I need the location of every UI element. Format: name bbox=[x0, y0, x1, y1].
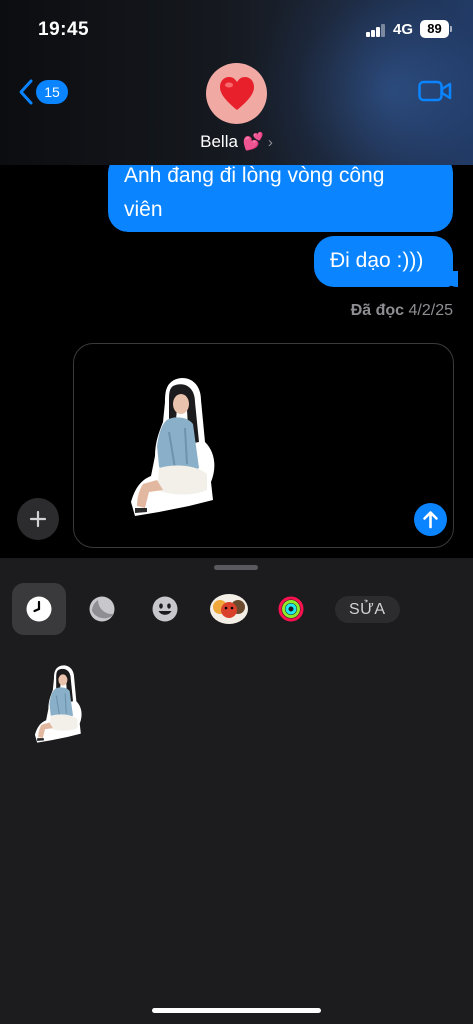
chevron-left-icon bbox=[19, 79, 33, 105]
chevron-right-icon: › bbox=[267, 134, 273, 151]
read-receipt: Đã đọc 4/2/25 bbox=[350, 302, 453, 319]
conversation-header: 19:45 4G 89 15 Bella 💕 › bbox=[0, 0, 473, 165]
moon-icon bbox=[89, 596, 115, 622]
unread-count-badge: 15 bbox=[36, 80, 68, 104]
tab-emoji[interactable] bbox=[138, 583, 192, 635]
send-button[interactable] bbox=[414, 503, 447, 536]
message-text: viên bbox=[124, 198, 163, 221]
plus-button[interactable] bbox=[17, 498, 59, 540]
message-text: Đi dạo :))) bbox=[330, 249, 424, 272]
drawer-grabber[interactable] bbox=[214, 565, 258, 570]
recent-sticker[interactable] bbox=[30, 662, 88, 746]
tab-memoji[interactable] bbox=[202, 583, 256, 635]
memoji-icon bbox=[210, 594, 248, 624]
video-camera-icon[interactable] bbox=[418, 80, 452, 102]
sticker-drawer: SỬA bbox=[0, 558, 473, 1024]
contact-avatar[interactable] bbox=[206, 63, 267, 124]
battery-indicator: 89 bbox=[420, 20, 452, 38]
cellular-signal-icon bbox=[366, 24, 386, 37]
status-time: 19:45 bbox=[38, 19, 90, 40]
tab-fitness[interactable] bbox=[264, 583, 318, 635]
home-indicator[interactable] bbox=[152, 1008, 321, 1013]
back-button[interactable]: 15 bbox=[18, 76, 68, 108]
smiley-icon bbox=[152, 596, 178, 622]
clock-icon bbox=[26, 596, 52, 622]
plus-icon bbox=[29, 510, 47, 528]
contact-name[interactable]: Bella 💕 › bbox=[0, 132, 473, 152]
message-bubble[interactable]: Đi dạo :))) bbox=[314, 236, 458, 287]
network-type: 4G bbox=[393, 21, 414, 38]
status-bar: 19:45 4G 89 bbox=[0, 0, 473, 60]
activity-rings-icon bbox=[278, 596, 304, 622]
sticker-attachment[interactable] bbox=[124, 372, 224, 522]
edit-button[interactable]: SỬA bbox=[335, 596, 400, 623]
heart-icon bbox=[219, 76, 254, 110]
message-compose-field[interactable] bbox=[73, 343, 454, 548]
tab-recent[interactable] bbox=[12, 583, 66, 635]
tab-moon[interactable] bbox=[75, 583, 129, 635]
arrow-up-icon bbox=[423, 511, 438, 529]
